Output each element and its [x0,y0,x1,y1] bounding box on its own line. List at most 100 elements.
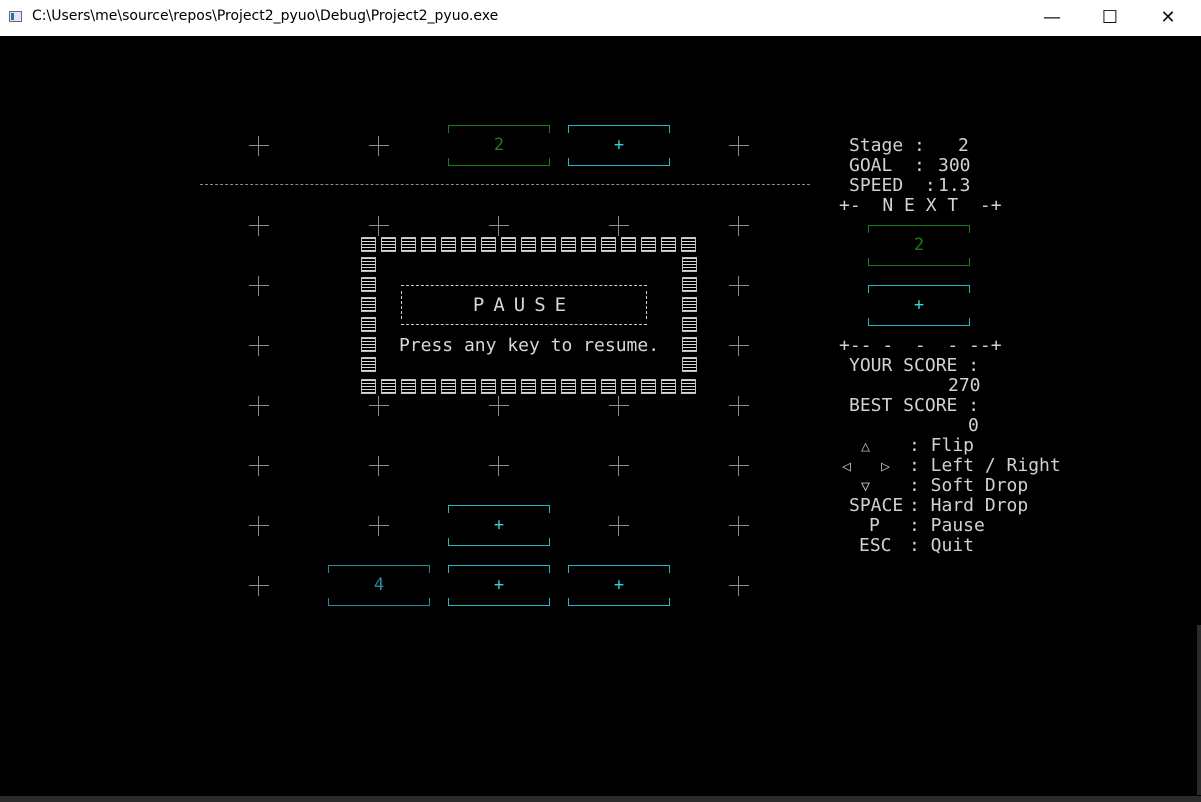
grid-marker [249,136,269,156]
maximize-button[interactable]: ☐ [1081,0,1139,34]
pause-border-brick [481,237,496,252]
console-app-icon [9,11,22,22]
pause-label: : Pause [909,515,985,536]
stage-label: Stage : [849,135,925,156]
grid-marker [729,336,749,356]
resume-message: Press any key to resume. [398,335,660,356]
pause-border-brick [621,379,636,394]
pause-border-brick [681,379,696,394]
pause-border-brick [481,379,496,394]
close-icon: ✕ [1160,6,1176,28]
pause-border-brick [521,379,536,394]
pause-border-brick [381,379,396,394]
pause-border-brick [641,379,656,394]
minimize-button[interactable]: — [1023,0,1081,34]
scrollbar[interactable] [1197,625,1201,795]
pause-border-brick [461,237,476,252]
pause-border-brick [361,317,376,332]
pause-title: PAUSE [472,294,576,316]
grid-marker [609,396,629,416]
grid-marker [249,216,269,236]
hard-drop-label: : Hard Drop [909,495,1029,516]
grid-marker [729,576,749,596]
grid-marker [729,456,749,476]
pause-border-brick [641,237,656,252]
grid-marker [609,216,629,236]
pause-border-brick [521,237,536,252]
pause-border-brick [441,237,456,252]
speed-value: 1.3 [938,175,971,196]
grid-marker [369,136,389,156]
soft-drop-label: : Soft Drop [909,475,1029,496]
stacked-block-cell: + [448,505,550,546]
stacked-block-cell: 4 [328,565,430,606]
flip-label: : Flip [909,435,975,456]
next-block-cell: + [868,285,970,326]
next-header: +- N E X T -+ [839,195,1002,216]
title-bar: C:\Users\me\source\repos\Project2_pyuo\D… [0,0,1201,36]
your-score-value: 270 [948,375,981,396]
pause-border-brick [461,379,476,394]
pause-border-brick [361,379,376,394]
grid-marker [609,456,629,476]
pause-border-brick [361,357,376,372]
pause-dialog: PAUSE Press any key to resume. [361,237,697,394]
pause-border-brick [601,237,616,252]
pause-border-brick [682,317,697,332]
pause-title-frame: PAUSE [401,285,647,325]
stacked-block-cell: + [448,565,550,606]
pause-border-brick [501,379,516,394]
esc-key: ESC [859,535,892,556]
pause-border-brick [421,379,436,394]
grid-marker [369,456,389,476]
grid-marker [489,396,509,416]
pause-border-brick [581,379,596,394]
pause-border-brick [661,237,676,252]
pause-border-brick [581,237,596,252]
down-arrow-icon: ▽ [861,477,871,495]
pause-border-brick [541,237,556,252]
goal-label: GOAL : [849,155,925,176]
pause-border-brick [682,357,697,372]
pause-border-brick [682,297,697,312]
grid-marker [729,136,749,156]
best-score-value: 0 [968,415,979,436]
close-button[interactable]: ✕ [1139,0,1197,34]
space-key: SPACE [849,495,904,516]
up-arrow-icon: △ [861,437,871,455]
your-score-label: YOUR SCORE : [849,355,980,376]
pause-border-brick [621,237,636,252]
grid-marker [249,396,269,416]
pause-border-brick [361,257,376,272]
pause-border-brick [401,379,416,394]
grid-marker [729,276,749,296]
left-arrow-icon: ◁ [842,457,852,475]
p-key: P [869,515,880,536]
pause-border-brick [361,277,376,292]
pause-border-brick [541,379,556,394]
next-block-cell: 2 [868,225,970,266]
pause-border-brick [682,277,697,292]
grid-marker [729,396,749,416]
top-boundary-line [200,184,810,185]
pause-border-brick [682,337,697,352]
grid-marker [249,336,269,356]
best-score-label: BEST SCORE : [849,395,980,416]
grid-marker [369,396,389,416]
pause-border-brick [681,237,696,252]
pause-border-brick [501,237,516,252]
pause-border-brick [401,237,416,252]
pause-border-brick [561,379,576,394]
pause-border-brick [682,257,697,272]
pause-border-brick [361,337,376,352]
pause-border-brick [421,237,436,252]
next-footer: +-- - - - --+ [839,335,1002,356]
pause-border-brick [601,379,616,394]
grid-marker [489,456,509,476]
left-right-label: : Left / Right [909,455,1061,476]
goal-value: 300 [938,155,971,176]
pause-border-brick [361,297,376,312]
right-arrow-icon: ▷ [881,457,891,475]
grid-marker [729,516,749,536]
falling-block-cell: + [568,125,670,166]
